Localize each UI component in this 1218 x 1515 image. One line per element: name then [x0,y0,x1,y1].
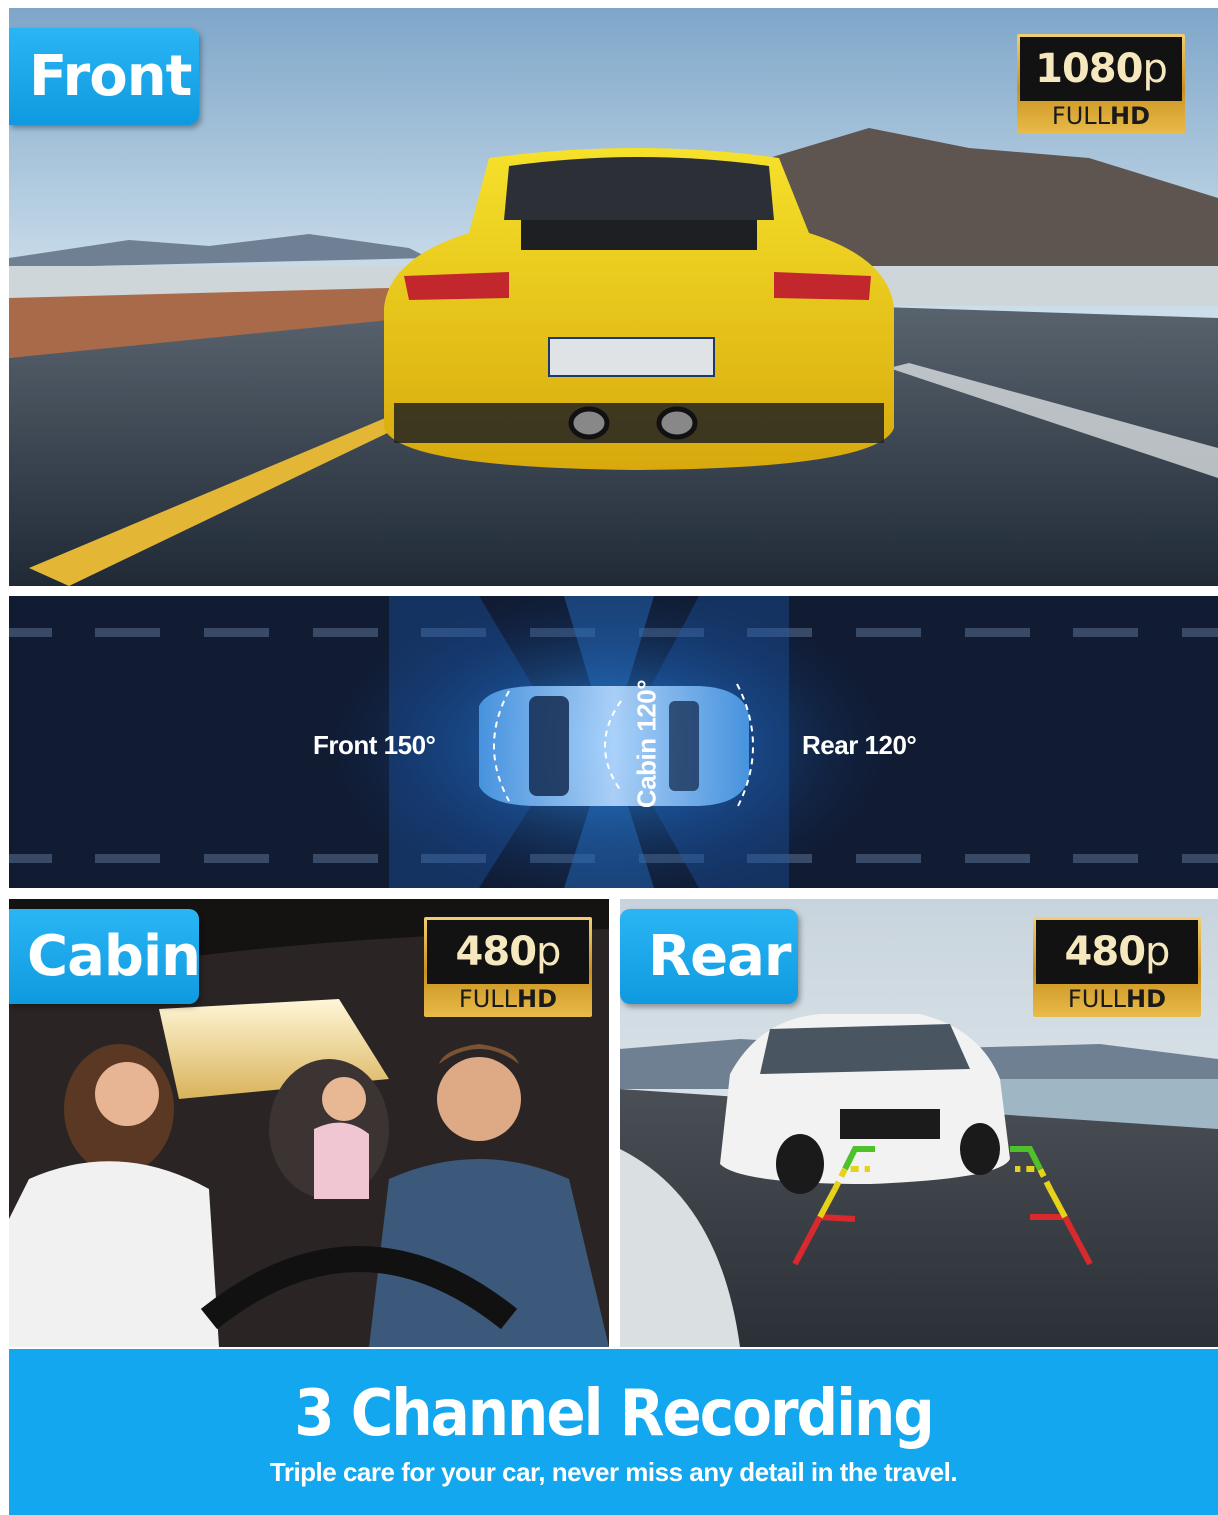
rear-camera-tag: Rear [620,909,798,1004]
rear-resolution-suffix: p [1145,929,1170,975]
footer-banner: 3 Channel Recording Triple care for your… [9,1349,1218,1515]
cabin-camera-panel: Cabin 480 p FULL HD [9,899,609,1347]
front-resolution-value: 1080 [1035,46,1143,92]
cabin-resolution-label-light: FULL [458,985,518,1013]
footer-title: 3 Channel Recording [294,1375,935,1451]
front-resolution-suffix: p [1142,46,1167,92]
cabin-fov-label: Cabin 120° [631,679,662,809]
rear-resolution-label-light: FULL [1067,985,1127,1013]
rear-resolution-badge: 480 p FULL HD [1033,917,1201,1017]
cabin-resolution-suffix: p [536,929,561,975]
front-camera-panel: Front 1080 p FULL HD [9,8,1218,586]
cabin-resolution-badge: 480 p FULL HD [424,917,592,1017]
footer-subtitle: Triple care for your car, never miss any… [269,1457,958,1487]
cabin-resolution-value: 480 [455,929,537,975]
front-resolution-label-light: FULL [1051,102,1111,130]
field-of-view-diagram: Front 150° Cabin 120° Rear 120° [9,596,1218,888]
front-fov-label: Front 150° [313,730,436,760]
front-camera-tag: Front [9,28,199,125]
cabin-camera-tag: Cabin [9,909,201,1004]
rear-camera-panel: Rear 480 p FULL HD [620,899,1218,1347]
rear-fov-label: Rear 120° [802,730,917,760]
fov-cone-graphic [9,596,1218,888]
rear-resolution-value: 480 [1064,929,1146,975]
front-resolution-badge: 1080 p FULL HD [1017,34,1185,134]
cabin-resolution-label-bold: HD [517,985,558,1013]
rear-resolution-label-bold: HD [1126,985,1167,1013]
front-resolution-label-bold: HD [1110,102,1151,130]
